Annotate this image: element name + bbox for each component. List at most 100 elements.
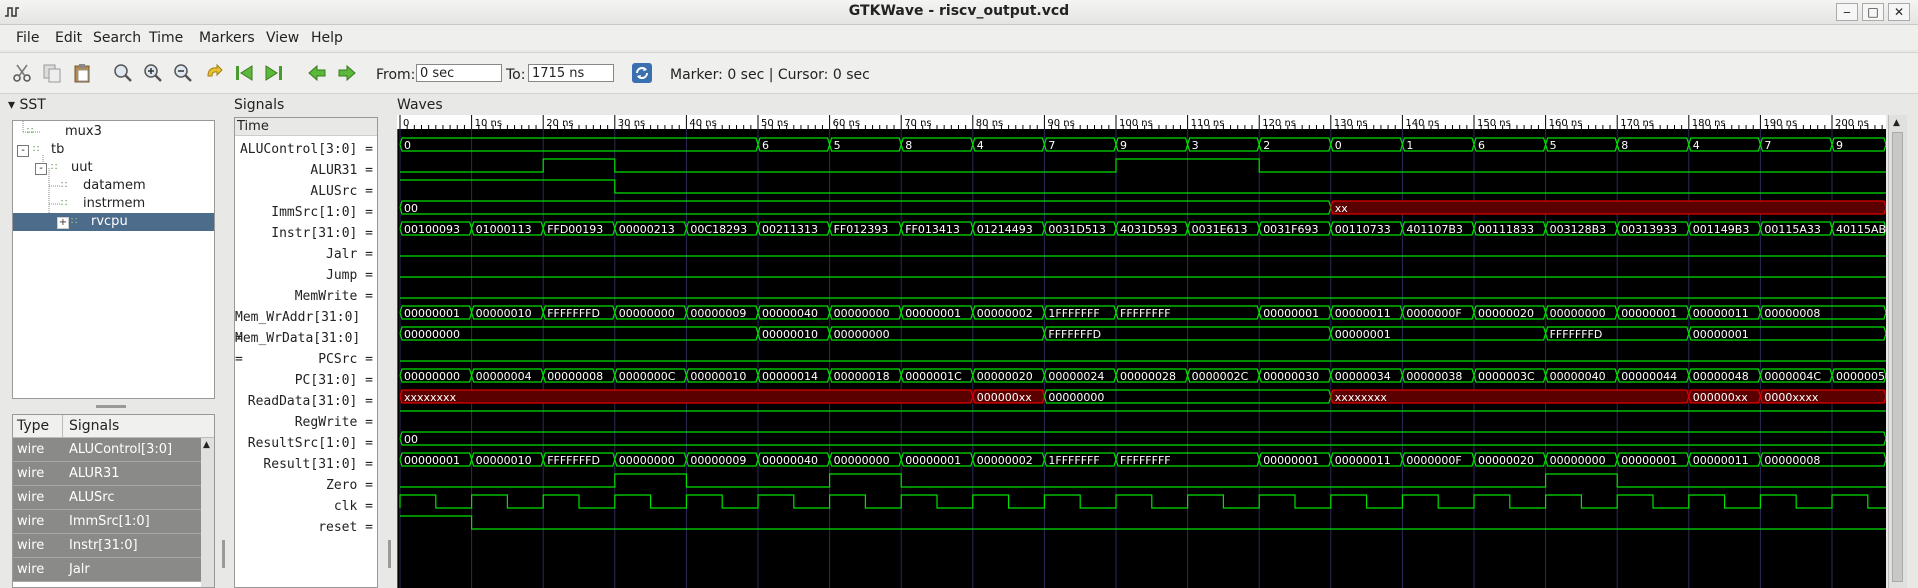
signal-name[interactable]: ALUR31 = <box>310 160 373 181</box>
signal-name[interactable]: Result[31:0] = <box>263 454 373 475</box>
reload-icon[interactable] <box>631 62 653 84</box>
pane-splitter-handle[interactable] <box>222 540 225 568</box>
signal-name[interactable]: reset = <box>318 517 373 538</box>
expander-icon[interactable]: - <box>17 145 29 157</box>
copy-icon[interactable] <box>41 62 63 84</box>
list-scrollbar[interactable]: ▲ <box>201 438 214 587</box>
list-item[interactable]: wire Jalr <box>13 558 201 582</box>
shift-right-icon[interactable] <box>336 62 358 84</box>
bus-value: FFFFFFFD <box>1048 328 1101 341</box>
bus-value: 3 <box>1192 139 1199 152</box>
menu-file[interactable]: File <box>16 30 39 46</box>
bus-value: 00000001 <box>1263 307 1319 320</box>
waveform-viewer[interactable]: 0 10 ns 20 ns 30 ns 40 ns 50 ns 60 ns 70 ns 80 n… <box>397 115 1886 588</box>
bus-value: 40115AB3 <box>1836 223 1886 236</box>
bus-value: 0000004C <box>1764 370 1821 383</box>
to-time-field[interactable]: 1715 ns <box>528 64 614 82</box>
minimize-button[interactable]: ‒ <box>1836 3 1858 21</box>
signal-name[interactable]: ReadData[31:0] = <box>248 391 373 412</box>
signal-name[interactable]: ResultSrc[1:0] = <box>248 433 373 454</box>
signal-name[interactable]: ImmSrc[1:0] = <box>271 202 373 223</box>
bus-value: 00115A33 <box>1764 223 1821 236</box>
bus-value: 00000008 <box>1764 307 1820 320</box>
window-title: GTKWave - riscv_output.vcd <box>848 3 1070 19</box>
menu-view[interactable]: View <box>266 30 299 46</box>
menu-search[interactable]: Search <box>93 30 141 46</box>
bus-value: 00000011 <box>1693 454 1749 467</box>
signal-name[interactable]: Mem_WrAddr[31:0] = <box>235 307 373 346</box>
menu-help[interactable]: Help <box>311 30 343 46</box>
clock-wave <box>399 494 1886 509</box>
menu-time[interactable]: Time <box>149 30 183 46</box>
list-item[interactable]: wire ALUSrc <box>13 486 201 510</box>
signal-name[interactable]: RegWrite = <box>295 412 373 433</box>
cut-icon[interactable] <box>11 62 33 84</box>
shift-left-icon[interactable] <box>306 62 328 84</box>
bus-value: 0031E613 <box>1192 223 1248 236</box>
bus-value: 4031D593 <box>1120 223 1177 236</box>
expander-icon[interactable]: + <box>57 217 69 229</box>
expander-icon[interactable]: - <box>35 163 47 175</box>
sst-header[interactable]: ▾ SST <box>8 97 46 113</box>
list-header: Type Signals <box>13 415 214 438</box>
bus-value: 00000001 <box>1263 454 1319 467</box>
ruler-tick-label: 160 ns <box>1549 118 1583 129</box>
waveform-canvas[interactable]: 0 10 ns 20 ns 30 ns 40 ns 50 ns 60 ns 70 ns 80 n… <box>397 115 1886 588</box>
bus-value: 00000020 <box>977 370 1033 383</box>
signal-name[interactable]: PCSrc = <box>318 349 373 370</box>
list-item[interactable]: wire ImmSrc[1:0] <box>13 510 201 534</box>
jump-to-end-icon[interactable] <box>263 62 285 84</box>
window-titlebar: GTKWave - riscv_output.vcd ‒ □ ✕ <box>0 0 1918 25</box>
type-column-header[interactable]: Type <box>17 418 49 434</box>
signals-column-header[interactable]: Signals <box>69 418 119 434</box>
pane-splitter-handle[interactable] <box>388 540 391 568</box>
signal-name[interactable]: PC[31:0] = <box>295 370 373 391</box>
bus-value: xxxxxxxx <box>1335 391 1388 404</box>
scrollbar-thumb[interactable] <box>1892 132 1903 582</box>
bus-value: 00000000 <box>404 328 460 341</box>
bus-value: 7 <box>1048 139 1055 152</box>
list-item[interactable]: wire ALUR31 <box>13 462 201 486</box>
bus-value: FFFFFFFD <box>1550 328 1603 341</box>
zoom-fit-icon[interactable] <box>112 62 134 84</box>
menu-edit[interactable]: Edit <box>55 30 82 46</box>
module-icon: ∷ <box>61 198 68 209</box>
paste-icon[interactable] <box>71 62 93 84</box>
maximize-button[interactable]: □ <box>1862 3 1884 21</box>
signal-name[interactable]: Mem_WrData[31:0] = <box>235 328 373 367</box>
list-item[interactable]: wire ALUControl[3:0] <box>13 438 201 462</box>
zoom-out-icon[interactable] <box>172 62 194 84</box>
signal-name[interactable]: ALUSrc = <box>310 181 373 202</box>
bus-value: 00C18293 <box>690 223 747 236</box>
zoom-undo-icon[interactable] <box>203 62 225 84</box>
bus-value: 01000113 <box>476 223 532 236</box>
from-time-field[interactable]: 0 sec <box>416 64 502 82</box>
tree-item-rvcpu[interactable]: + ∷ rvcpu <box>13 213 214 231</box>
signal-type-list[interactable]: Type Signals wire ALUControl[3:0] wire ALU… <box>12 414 215 588</box>
bus-value: 00000038 <box>1406 370 1462 383</box>
signal-name[interactable]: Jump = <box>326 265 373 286</box>
signal-name[interactable]: Jalr = <box>326 244 373 265</box>
list-item[interactable]: wire Instr[31:0] <box>13 534 201 558</box>
bus-value: 00000001 <box>1621 454 1677 467</box>
pane-splitter-handle[interactable] <box>96 405 126 408</box>
hierarchy-tree[interactable]: ∷ mux3 - ∷ tb - ∷ uut ∷ datamem ∷ instrm… <box>12 120 215 399</box>
signal-name[interactable]: MemWrite = <box>295 286 373 307</box>
signal-name[interactable]: Instr[31:0] = <box>271 223 373 244</box>
bus-value: 5 <box>834 139 841 152</box>
scroll-up-icon[interactable]: ▲ <box>1893 118 1900 128</box>
close-button[interactable]: ✕ <box>1888 3 1910 21</box>
signal-names-panel[interactable]: Time ALUControl[3:0] = ALUR31 = ALUSrc = Im… <box>234 117 378 588</box>
signal-name[interactable]: Zero = <box>326 475 373 496</box>
wave-vertical-scrollbar[interactable]: ▲ <box>1888 115 1907 588</box>
signal-name[interactable]: ALUControl[3:0] = <box>240 139 373 160</box>
bus-value: 000000xx <box>977 391 1033 404</box>
bus-value: 00000004 <box>476 370 532 383</box>
signal-name[interactable]: clk = <box>334 496 373 517</box>
menu-markers[interactable]: Markers <box>199 30 255 46</box>
bus-value: 00000000 <box>1550 307 1606 320</box>
jump-to-start-icon[interactable] <box>233 62 255 84</box>
scroll-up-icon[interactable]: ▲ <box>203 440 210 450</box>
column-divider <box>62 415 63 437</box>
zoom-in-icon[interactable] <box>142 62 164 84</box>
